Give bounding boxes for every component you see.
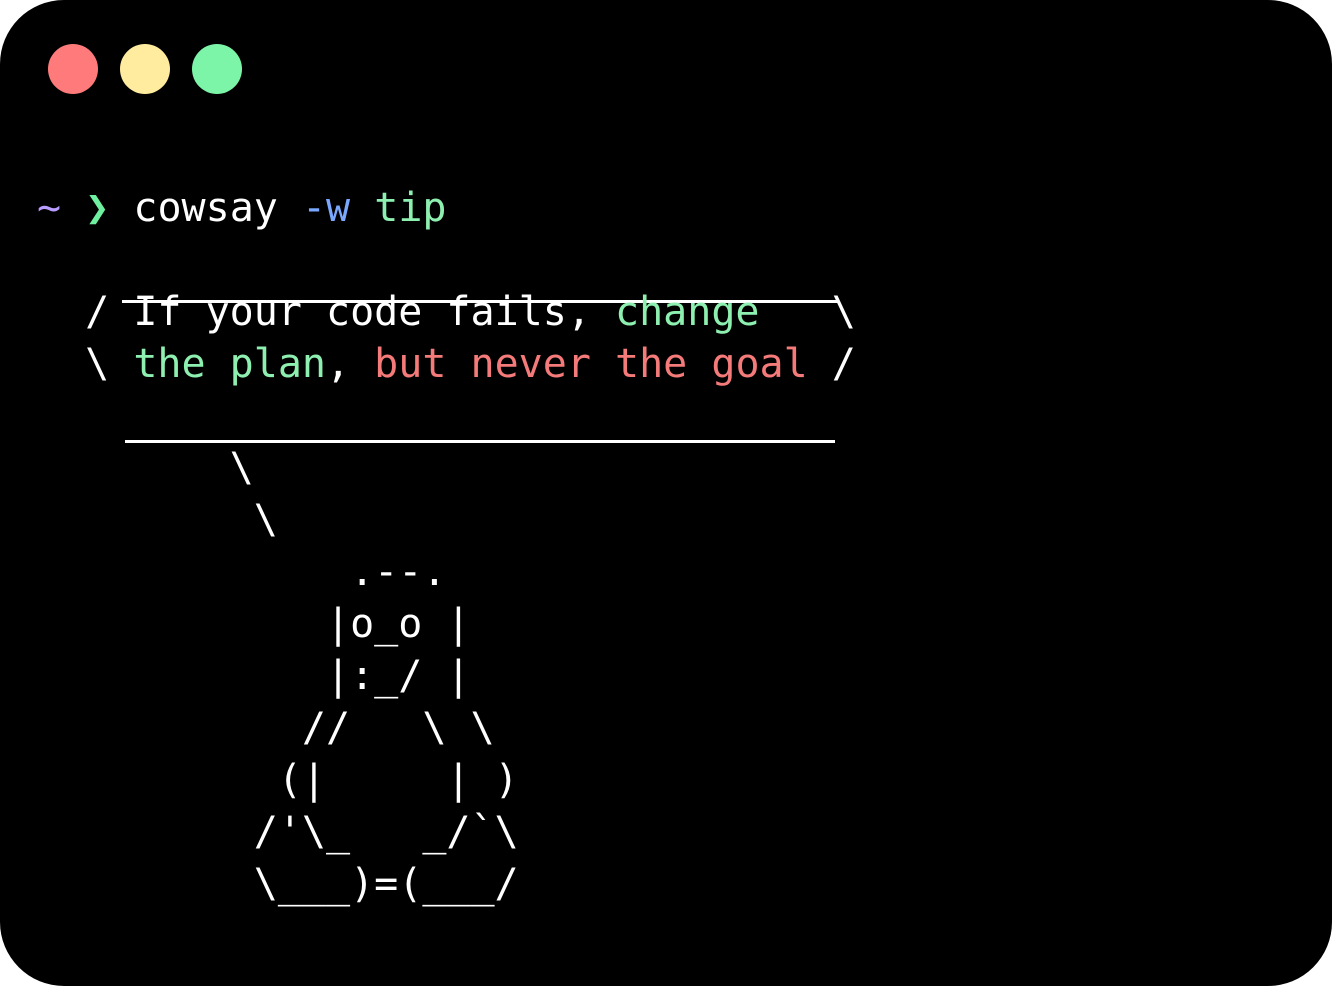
command-name: cowsay [133, 185, 278, 231]
bubble-text [591, 341, 615, 387]
command-argument: tip [374, 185, 447, 231]
close-button[interactable] [48, 44, 98, 94]
tux-line-5: (| | ) [37, 757, 519, 803]
bubble-left-edge: \ [85, 341, 134, 387]
terminal-window: ~ ❯ cowsay -w tip / If your code fails, … [0, 0, 1332, 986]
terminal-output: ~ ❯ cowsay -w tip / If your code fails, … [37, 182, 856, 910]
tux-line-3: |:_/ | [37, 653, 471, 699]
chevron-right-icon: ❯ [85, 185, 110, 231]
bubble-highlight: the plan [133, 341, 326, 387]
tux-line-7: \___)=(___/ [37, 861, 519, 907]
tux-line-6: /'\_ _/`\ [37, 809, 519, 855]
maximize-button[interactable] [192, 44, 242, 94]
tux-line-2: |o_o | [37, 601, 471, 647]
bubble-emphasis: the [615, 341, 688, 387]
bubble-emphasis: goal [711, 341, 808, 387]
bubble-highlight: change [614, 289, 760, 335]
bubble-tail-2: \ [37, 497, 278, 543]
bubble-line-2: \ the plan, but never the goal / [37, 338, 856, 390]
window-controls [48, 44, 242, 94]
prompt-line: ~ ❯ cowsay -w tip [37, 182, 856, 234]
command-flag: -w [301, 185, 351, 231]
bubble-text: If your code fails, [133, 289, 615, 335]
bubble-tail-1: \ [37, 445, 254, 491]
tux-line-4: // \ \ [37, 705, 495, 751]
bubble-emphasis: but never [374, 341, 591, 387]
bubble-line-1: / If your code fails, change \ [37, 286, 856, 338]
bubble-right-edge: \ [759, 289, 856, 335]
bubble-left-edge: / [85, 289, 134, 335]
bubble-text [687, 341, 711, 387]
tux-line-1: .--. [37, 549, 447, 595]
home-tilde: ~ [37, 185, 62, 231]
minimize-button[interactable] [120, 44, 170, 94]
bubble-right-edge: / [807, 341, 856, 387]
bubble-text: , [326, 341, 375, 387]
